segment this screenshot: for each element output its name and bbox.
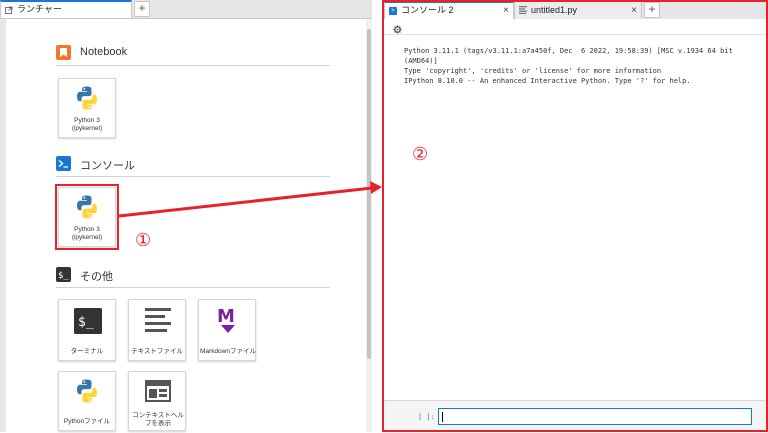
text-file-tab-icon [519,6,527,14]
contextual-help-card-label: コンテキストヘルプを表示 [132,412,184,427]
console-section-header: コンソール [56,154,330,177]
python-logo-icon [77,195,97,219]
other-terminal-icon: $_ [56,267,71,282]
launcher-panel: ランチャー + Notebook Python 3 (ipykernel) コン… [0,0,372,432]
console-panel: > コンソール 2 × untitled1.py × + Python 3.11… [382,0,768,433]
text-caret [442,412,443,422]
tab-untitled1-py[interactable]: untitled1.py × [514,1,642,19]
python-file-card-label: Pythonファイル [63,418,111,425]
notebook-section-title: Notebook [80,46,128,58]
python-logo-icon [77,379,97,403]
text-file-card[interactable]: テキストファイル [128,299,186,361]
notebook-section-header: Notebook [56,43,330,66]
launcher-tab-icon [5,6,13,14]
svg-text:M: M [217,306,235,327]
annotation-marker-2: ② [412,144,429,165]
settings-gear-icon[interactable] [393,21,402,39]
close-tab-icon[interactable]: × [631,2,637,19]
svg-text:$_: $_ [58,271,69,281]
input-prompt-label: [ ]: [418,413,435,421]
tab-console-2-label: コンソール 2 [401,5,454,15]
launcher-scrollbar[interactable] [366,19,372,432]
python-file-card[interactable]: Pythonファイル [58,371,116,431]
left-tab-bar: ランチャー + [0,0,372,19]
other-section-title: その他 [80,271,113,283]
notebook-icon [56,45,71,60]
markdown-file-card-label: Markdownファイル [200,348,256,355]
add-tab-button[interactable]: + [134,1,150,17]
console-input[interactable] [438,408,752,425]
terminal-card-label: ターミナル [70,348,104,355]
annotation-marker-1: ① [135,230,152,251]
other-section-header: $_ その他 [56,265,330,288]
contextual-help-icon [145,380,171,402]
console-tab-icon: > [389,7,397,15]
close-tab-icon[interactable]: × [503,3,509,18]
terminal-icon: $_ [74,308,102,334]
right-tab-bar: > コンソール 2 × untitled1.py × + [382,0,768,20]
console-kernel-label: Python 3 (ipykernel) [71,226,103,241]
tab-launcher[interactable]: ランチャー [0,0,132,18]
contextual-help-card[interactable]: コンテキストヘルプを表示 [128,371,186,431]
terminal-card[interactable]: $_ ターミナル [58,299,116,361]
svg-text:$_: $_ [78,315,94,330]
notebook-kernel-label: Python 3 (ipykernel) [71,117,103,132]
launcher-body: Notebook Python 3 (ipykernel) コンソール Pyth… [6,19,366,432]
launcher-scrollbar-thumb[interactable] [367,29,371,359]
console-python3-card[interactable]: Python 3 (ipykernel) [58,187,116,247]
console-toolbar [382,19,768,35]
tab-launcher-label: ランチャー [17,4,62,14]
console-prompt-area: [ ]: [382,400,768,433]
python-logo-icon [77,86,97,110]
console-icon [56,156,71,171]
markdown-icon: M [217,306,235,333]
text-file-icon [145,308,171,332]
tab-console-2[interactable]: > コンソール 2 × [384,1,514,19]
markdown-file-card[interactable]: M Markdownファイル [198,299,256,361]
text-file-card-label: テキストファイル [131,348,183,355]
console-section-title: コンソール [80,160,135,172]
console-output: Python 3.11.1 (tags/v3.11.1:a7a450f, Dec… [404,47,733,85]
add-tab-button[interactable]: + [644,2,660,18]
tab-untitled1-py-label: untitled1.py [531,5,578,15]
notebook-python3-card[interactable]: Python 3 (ipykernel) [58,78,116,138]
